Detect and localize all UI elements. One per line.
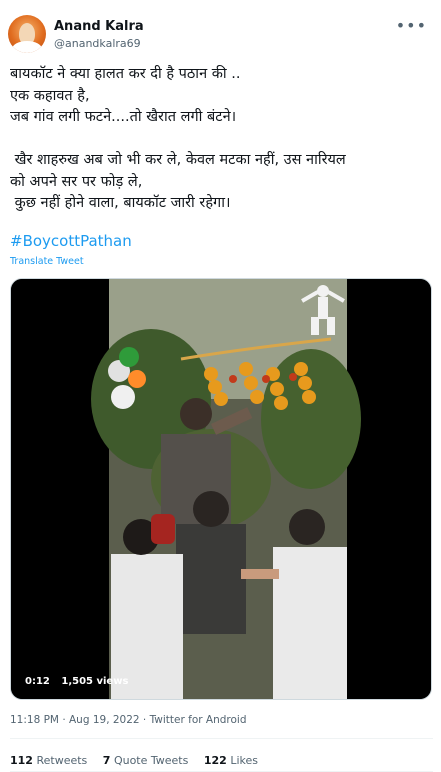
- likes-stat[interactable]: 122 Likes: [204, 754, 258, 767]
- more-icon[interactable]: •••: [396, 16, 427, 35]
- tweet-stats: 112 Retweets 7 Quote Tweets 122 Likes: [10, 754, 270, 767]
- retweets-label: Retweets: [36, 754, 88, 767]
- likes-count: 122: [203, 754, 227, 767]
- video-meta: 0:12 1,505 views: [25, 676, 136, 687]
- quote-tweets-label: Quote Tweets: [113, 754, 189, 767]
- video-views: 1,505 views: [61, 676, 129, 687]
- author-handle[interactable]: @anandkalra69: [54, 37, 141, 50]
- tweet-text: बायकॉट ने क्या हालत कर दी है पठान की .. …: [10, 66, 346, 211]
- retweets-count: 112: [10, 754, 33, 767]
- hashtag-link[interactable]: #BoycottPathan: [10, 232, 132, 250]
- author-name[interactable]: Anand Kalra: [54, 19, 144, 34]
- quote-tweets-stat[interactable]: 7 Quote Tweets: [103, 754, 189, 767]
- tweet-header: Anand Kalra @anandkalra69 •••: [8, 10, 433, 54]
- divider: [10, 738, 433, 739]
- video-player[interactable]: 0:12 1,505 views: [10, 278, 432, 700]
- likes-label: Likes: [230, 754, 258, 767]
- avatar-shoulders: [12, 41, 42, 53]
- video-frame: [11, 279, 431, 699]
- avatar[interactable]: [8, 15, 46, 53]
- video-duration: 0:12: [25, 676, 50, 687]
- quote-tweets-count: 7: [102, 754, 111, 767]
- retweets-stat[interactable]: 112 Retweets: [10, 754, 87, 767]
- translate-tweet-link[interactable]: Translate Tweet: [10, 256, 84, 267]
- tweet-timestamp[interactable]: 11:18 PM · Aug 19, 2022 · Twitter for An…: [10, 714, 247, 726]
